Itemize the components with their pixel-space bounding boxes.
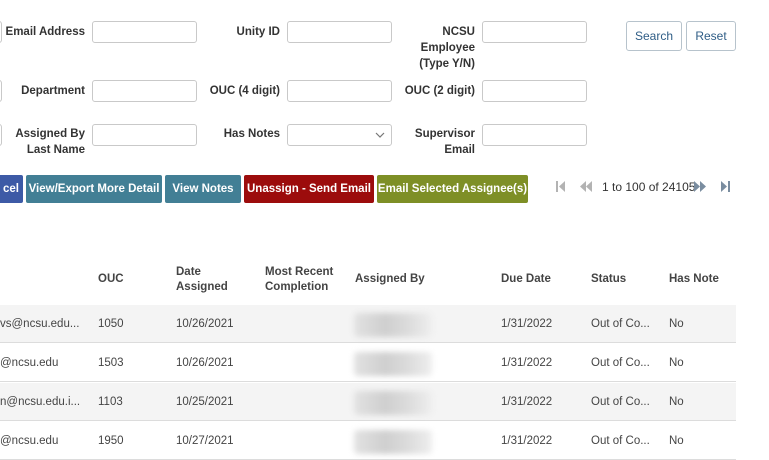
ncsu-employee-label: NCSU Employee (Type Y/N)	[395, 24, 475, 72]
status-cell: Out of Co...	[591, 357, 650, 369]
email-address-input[interactable]	[92, 21, 197, 43]
department-label: Department	[21, 85, 85, 97]
date-assigned-cell: 10/26/2021	[176, 357, 234, 369]
reset-button[interactable]: Reset	[686, 21, 736, 51]
unity-id-label: Unity ID	[236, 26, 280, 38]
has-note-cell: No	[669, 318, 684, 330]
export-excel-button[interactable]: cel	[0, 175, 23, 203]
last-page-icon[interactable]	[721, 181, 731, 195]
ncsu-employee-label-line2: Employee	[420, 42, 475, 54]
ncsu-employee-input[interactable]	[482, 21, 587, 43]
view-notes-button[interactable]: View Notes	[165, 175, 241, 203]
ouc-2-digit-label: OUC (2 digit)	[404, 85, 475, 97]
supervisor-email-input[interactable]	[482, 124, 587, 146]
date-assigned-cell: 10/27/2021	[176, 435, 234, 447]
status-cell: Out of Co...	[591, 396, 650, 408]
assigned-by-redacted	[354, 391, 432, 415]
has-note-cell: No	[669, 357, 684, 369]
pagination-range: 1 to 100 of 24105	[602, 180, 696, 194]
search-button[interactable]: Search	[626, 21, 682, 51]
assigned-by-label-line1: Assigned By	[15, 128, 85, 140]
ouc-4-digit-label: OUC (4 digit)	[209, 85, 280, 97]
date-assigned-header-line2: Assigned	[176, 281, 228, 293]
view-export-more-detail-button[interactable]: View/Export More Detail	[26, 175, 162, 203]
status-cell: Out of Co...	[591, 435, 650, 447]
chevron-down-icon	[375, 132, 385, 138]
ouc-4-digit-input[interactable]	[287, 80, 392, 102]
assigned-by-redacted	[354, 352, 432, 376]
has-note-cell: No	[669, 396, 684, 408]
has-note-cell: No	[669, 435, 684, 447]
previous-page-icon[interactable]	[580, 181, 593, 195]
assigned-by-label-line2: Last Name	[26, 144, 85, 156]
email-cell: n@ncsu.edu.i...	[0, 396, 81, 408]
ouc-cell: 1103	[98, 396, 123, 408]
most-recent-header-line2: Completion	[265, 281, 329, 293]
email-address-label: Email Address	[5, 26, 85, 38]
column-header-status[interactable]: Status	[591, 272, 626, 287]
status-cell: Out of Co...	[591, 318, 650, 330]
unity-id-input[interactable]	[287, 21, 392, 43]
has-notes-label: Has Notes	[223, 128, 280, 140]
column-header-date-assigned[interactable]: Date Assigned	[176, 265, 228, 295]
due-date-cell: 1/31/2022	[501, 318, 553, 330]
email-cell: @ncsu.edu	[0, 357, 59, 369]
assigned-by-last-name-input[interactable]	[92, 124, 197, 146]
due-date-cell: 1/31/2022	[501, 396, 553, 408]
table-row[interactable]: n@ncsu.edu.i... 1103 10/25/2021 1/31/202…	[0, 383, 736, 421]
ouc-2-digit-input[interactable]	[482, 80, 587, 102]
most-recent-header-line1: Most Recent	[265, 266, 334, 278]
table-row[interactable]: @ncsu.edu 1503 10/26/2021 1/31/2022 Out …	[0, 344, 736, 382]
email-cell: vs@ncsu.edu...	[0, 318, 80, 330]
department-input[interactable]	[92, 80, 197, 102]
email-cell: @ncsu.edu	[0, 435, 59, 447]
supervisor-email-label-line1: Supervisor	[414, 128, 475, 140]
next-page-icon[interactable]	[694, 181, 707, 195]
column-header-due-date[interactable]: Due Date	[501, 272, 551, 287]
date-assigned-cell: 10/25/2021	[176, 396, 234, 408]
assigned-by-redacted	[354, 313, 432, 337]
supervisor-email-label-line2: Email	[444, 144, 475, 156]
date-assigned-header-line1: Date	[176, 266, 201, 278]
column-header-most-recent-completion[interactable]: Most Recent Completion	[265, 265, 333, 295]
assigned-by-last-name-label: Assigned By Last Name	[0, 126, 85, 158]
ouc-cell: 1503	[98, 357, 124, 369]
due-date-cell: 1/31/2022	[501, 357, 553, 369]
ouc-cell: 1050	[98, 318, 124, 330]
column-header-assigned-by[interactable]: Assigned By	[355, 272, 425, 287]
ncsu-employee-label-line1: NCSU	[442, 26, 475, 38]
column-header-has-note[interactable]: Has Note	[669, 272, 719, 287]
date-assigned-cell: 10/26/2021	[176, 318, 234, 330]
table-row[interactable]: vs@ncsu.edu... 1050 10/26/2021 1/31/2022…	[0, 305, 736, 343]
column-header-ouc[interactable]: OUC	[98, 272, 124, 287]
supervisor-email-label: Supervisor Email	[395, 126, 475, 158]
first-page-icon[interactable]	[556, 181, 566, 195]
ouc-cell: 1950	[98, 435, 124, 447]
assigned-by-redacted	[354, 430, 432, 454]
unassign-send-email-button[interactable]: Unassign - Send Email	[244, 175, 374, 203]
email-selected-assignees-button[interactable]: Email Selected Assignee(s)	[377, 175, 528, 203]
ncsu-employee-label-line3: (Type Y/N)	[419, 58, 475, 70]
has-notes-select[interactable]	[287, 124, 392, 146]
due-date-cell: 1/31/2022	[501, 435, 553, 447]
table-row[interactable]: @ncsu.edu 1950 10/27/2021 1/31/2022 Out …	[0, 422, 736, 460]
